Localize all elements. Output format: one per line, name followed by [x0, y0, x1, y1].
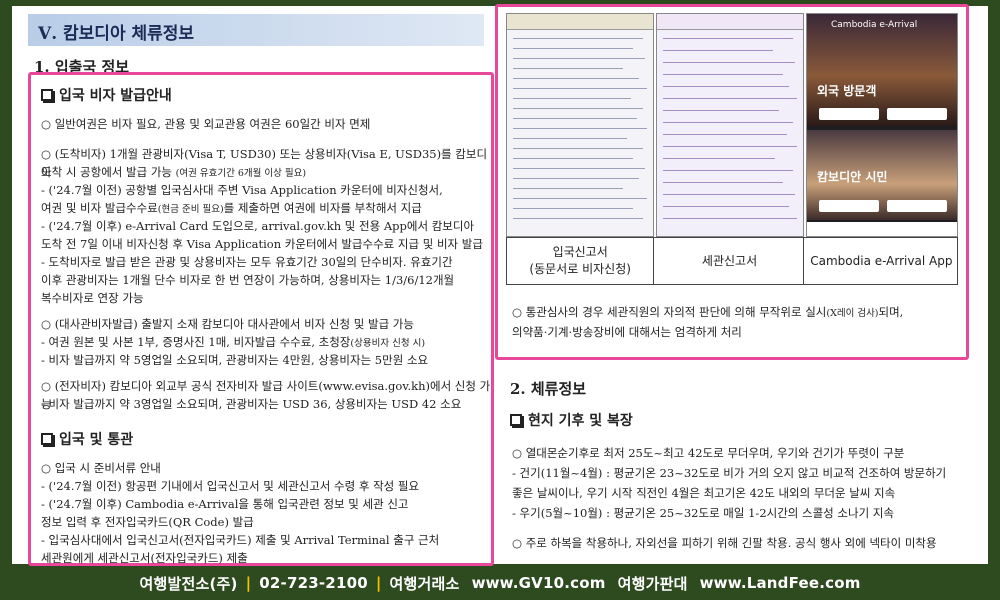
- app-button: [819, 108, 879, 120]
- customs-note: ○ 통관심사의 경우 세관직원의 자의적 판단에 의해 무작위로 실시(X레이 …: [512, 303, 903, 323]
- e-arrival-app-image: Cambodia e-Arrival 외국 방문객 캄보디안 시민: [806, 13, 958, 237]
- checkbox-icon: [41, 433, 53, 445]
- customs-note-text: 되며,: [878, 305, 904, 319]
- app-citizen-title: 캄보디안 시민: [817, 170, 888, 184]
- visa-line: 도착 전 7일 이내 비자신청 후 Visa Application 카운터에서…: [41, 237, 483, 251]
- visa-line-text: 여권 및 비자 발급수수료: [41, 201, 158, 215]
- visa-line: ○ (대사관비자발급) 출발지 소재 캄보디아 대사관에서 비자 신청 및 발급…: [41, 317, 414, 331]
- footer-phone: 02-723-2100: [259, 574, 368, 592]
- entry-line: - ('24.7월 이전) 항공편 기내에서 입국신고서 및 세관신고서 수령 …: [41, 479, 420, 493]
- visa-line: 이후 관광비자는 1개월 단수 비자로 한 번 연장이 가능하며, 상용비자는 …: [41, 273, 455, 287]
- visa-line-note: (현금 준비 필요): [157, 204, 224, 215]
- visa-line-text: - 여권 원본 및 사본 1부, 증명사진 1매, 비자발급 수수료, 초청장: [41, 335, 351, 349]
- app-visitor-title: 외국 방문객: [817, 84, 877, 98]
- footer-site1-link[interactable]: www.GV10.com: [472, 574, 606, 592]
- climate-line: ○ 주로 하복을 착용하나, 자외선을 피하기 위해 긴팔 착용. 공식 행사 …: [512, 536, 937, 550]
- climate-line: 좋은 날씨이나, 우기 시작 직전인 4월은 최고기온 42도 내외의 무더운 …: [512, 486, 896, 500]
- checkbox-icon: [510, 414, 522, 426]
- form-images: Cambodia e-Arrival 외국 방문객 캄보디안 시민: [506, 13, 958, 237]
- entry-line: 정보 입력 후 전자입국카드(QR Code) 발급: [41, 515, 254, 529]
- visa-line-text: 도착 시 공항에서 발급 가능: [41, 165, 173, 179]
- climate-line: - 건기(11월~4월) : 평균기온 23~32도로 비가 거의 오지 않고 …: [512, 466, 947, 480]
- visa-line: 복수비자로 연장 가능: [41, 291, 144, 305]
- customs-note: 의약품·기계·방송장비에 대해서는 엄격하게 처리: [512, 325, 742, 339]
- document-page: Ⅴ. 캄보디아 체류정보 1. 입출국 정보 입국 비자 발급안내 ○ 일반여권…: [12, 4, 988, 566]
- footer-separator: |: [375, 574, 382, 592]
- climate-line: - 우기(5월~10월) : 평균기온 25~32도로 매일 1-2시간의 스콜…: [512, 506, 894, 520]
- visa-line-text: 를 제출하면 여권에 비자를 부착해서 지급: [223, 201, 422, 215]
- visa-line: - 비자 발급까지 약 3영업일 소요되며, 관광비자는 USD 36, 상용비…: [41, 397, 462, 411]
- visa-line: ○ 일반여권은 비자 필요, 관용 및 외교관용 여권은 60일간 비자 면제: [41, 117, 371, 131]
- visa-line-note: (상용비자 신청 시): [350, 338, 426, 349]
- checkbox-icon: [41, 89, 53, 101]
- entry-heading: 입국 및 통관: [41, 429, 133, 449]
- form-header: [507, 14, 653, 30]
- footer-separator: |: [245, 574, 252, 592]
- visa-line: - ('24.7월 이후) e-Arrival Card 도입으로, arriv…: [41, 219, 475, 233]
- entry-line: 세관원에게 세관신고서(전자입국카드) 제출: [41, 551, 248, 565]
- visa-heading: 입국 비자 발급안내: [41, 85, 172, 105]
- footer-site1-label: 여행거래소: [389, 574, 460, 593]
- app-button: [887, 200, 947, 212]
- entry-heading-text: 입국 및 통관: [59, 432, 134, 448]
- form-header: [657, 14, 803, 30]
- entry-line: - ('24.7월 이후) Cambodia e-Arrival을 통해 입국관…: [41, 497, 409, 511]
- arrival-card-image: [506, 13, 654, 237]
- customs-form-image: [656, 13, 804, 237]
- footer-site2-label: 여행가판대: [617, 574, 688, 593]
- app-button: [887, 108, 947, 120]
- entry-line: ○ 입국 시 준비서류 안내: [41, 461, 161, 475]
- forms-box: Cambodia e-Arrival 외국 방문객 캄보디안 시민 입국신고서 …: [495, 4, 969, 360]
- entry-line: - 입국심사대에서 입국신고서(전자입국카드) 제출 및 Arrival Ter…: [41, 533, 440, 547]
- section-title: Ⅴ. 캄보디아 체류정보: [28, 14, 484, 46]
- caption-customs-form: 세관신고서: [656, 238, 804, 284]
- footer-bar: 여행발전소(주) | 02-723-2100 | 여행거래소 www.GV10.…: [0, 566, 1000, 600]
- visa-line: - 비자 발급까지 약 5영업일 소요되며, 관광비자는 4만원, 상용비자는 …: [41, 353, 429, 367]
- climate-heading-text: 현지 기후 및 복장: [528, 413, 633, 429]
- customs-note-small: (X레이 검사): [826, 308, 879, 319]
- app-button: [819, 200, 879, 212]
- footer-company: 여행발전소(주): [139, 574, 238, 593]
- footer-site2-link[interactable]: www.LandFee.com: [700, 574, 861, 592]
- app-header: Cambodia e-Arrival: [831, 20, 918, 30]
- customs-note-text: ○ 통관심사의 경우 세관직원의 자의적 판단에 의해 무작위로 실시: [512, 305, 827, 319]
- visa-line: - 도착비자로 발급 받은 관광 및 상용비자는 모두 유효기간 30일의 단수…: [41, 255, 453, 269]
- form-captions: 입국신고서 (동문서로 비자신청) 세관신고서 Cambodia e-Arriv…: [506, 237, 958, 285]
- visa-line-note: (여권 유효기간 6개월 이상 필요): [175, 168, 307, 179]
- caption-e-arrival: Cambodia e-Arrival App: [810, 253, 953, 268]
- caption-arrival-card: 입국신고서 (동문서로 비자신청): [507, 238, 655, 284]
- visa-heading-text: 입국 비자 발급안내: [59, 88, 172, 104]
- visa-line: - ('24.7월 이전) 공항별 입국심사대 주변 Visa Applicat…: [41, 183, 443, 197]
- entry-visa-box: 입국 비자 발급안내 ○ 일반여권은 비자 필요, 관용 및 외교관용 여권은 …: [28, 72, 494, 566]
- climate-line: ○ 열대몬순기후로 최저 25도~최고 42도로 무더우며, 우기와 건기가 뚜…: [512, 446, 905, 460]
- app-nav-bar: [807, 222, 957, 236]
- climate-heading: 현지 기후 및 복장: [510, 410, 633, 430]
- heading-stay-info: 2. 체류정보: [510, 380, 587, 398]
